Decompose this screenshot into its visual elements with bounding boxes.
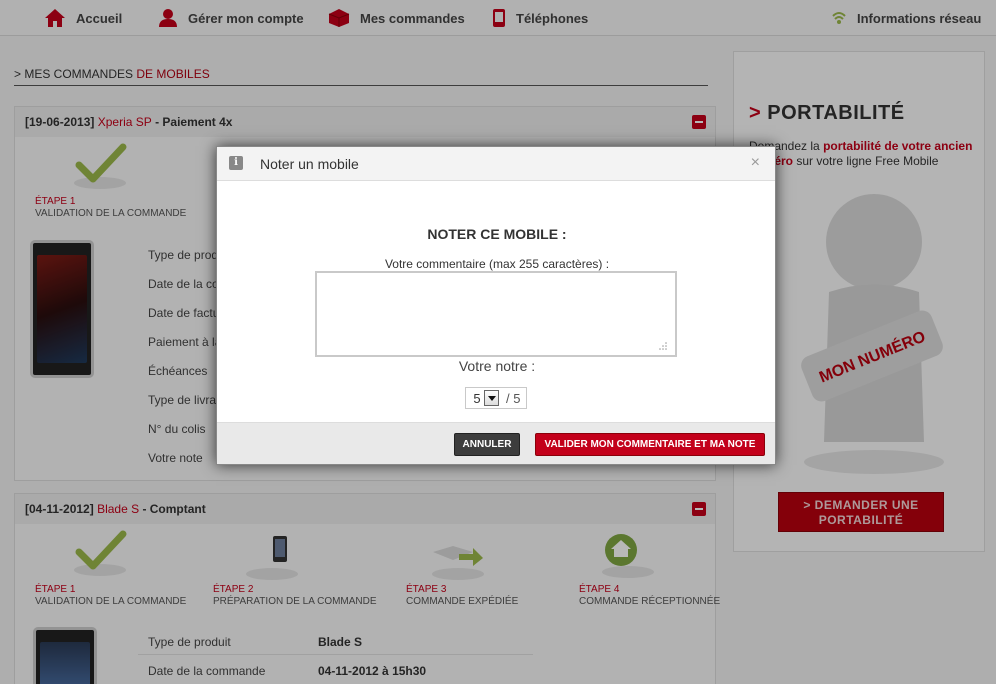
submit-rating-button[interactable]: VALIDER MON COMMENTAIRE ET MA NOTE — [535, 433, 765, 456]
dropdown-arrow-icon[interactable] — [484, 390, 499, 406]
rating-select[interactable]: 5 / 5 — [465, 387, 527, 409]
close-icon[interactable]: × — [751, 154, 760, 172]
dialog-heading: NOTER CE MOBILE : — [427, 226, 567, 242]
info-icon: i — [229, 156, 243, 170]
cancel-button[interactable]: ANNULER — [454, 433, 520, 456]
rating-max: / 5 — [506, 390, 521, 406]
dialog-title: Noter un mobile — [260, 156, 359, 172]
comment-label: Votre commentaire (max 255 caractères) : — [384, 257, 610, 271]
rate-mobile-dialog: i Noter un mobile × NOTER CE MOBILE : Vo… — [216, 146, 776, 465]
dialog-header: i Noter un mobile × — [217, 147, 775, 181]
rating-value: 5 — [473, 390, 481, 406]
rating-label: Votre notre : — [458, 358, 536, 374]
dialog-footer: ANNULER VALIDER MON COMMENTAIRE ET MA NO… — [217, 422, 775, 464]
resize-grip-icon[interactable] — [658, 341, 668, 351]
comment-textarea[interactable] — [315, 271, 677, 357]
